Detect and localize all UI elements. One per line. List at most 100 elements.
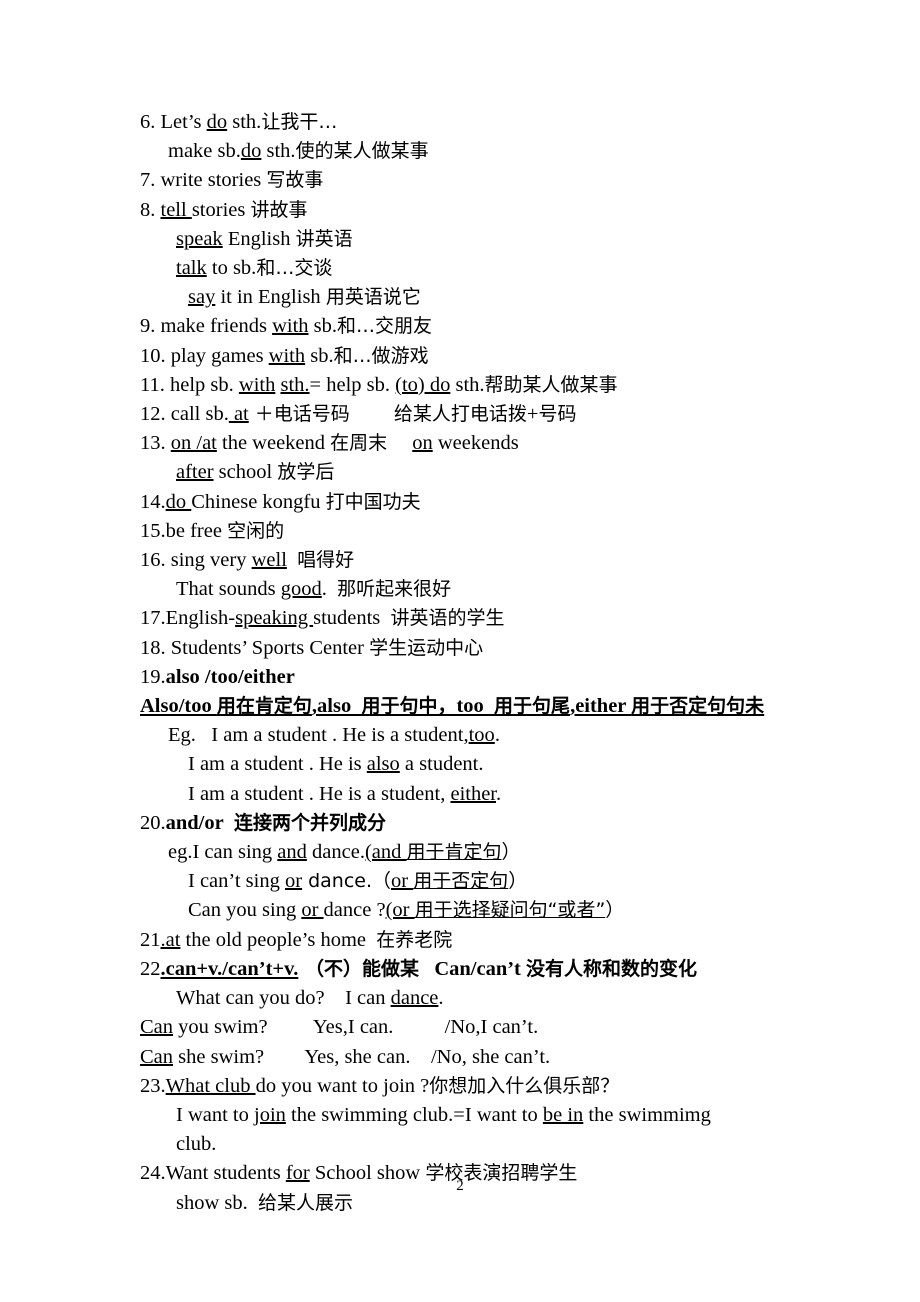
text-segment: with <box>268 344 306 367</box>
text-segment: I am a student . He is <box>188 753 367 776</box>
text-segment: 13. <box>140 432 171 455</box>
text-segment: That sounds <box>176 578 281 601</box>
text-segment: and <box>277 841 307 864</box>
text-segment: also <box>366 753 400 776</box>
text-segment: I want to <box>176 1103 254 1126</box>
text-segment: 唱得好 <box>297 549 355 572</box>
text-segment: sth. <box>280 373 310 396</box>
text-segment: 那听起来很好 <box>337 578 452 601</box>
text-segment: 21 <box>140 928 161 951</box>
text-segment: at <box>228 403 249 426</box>
item-23-sub-2: club. <box>140 1130 790 1159</box>
text-segment: 讲英语的学生 <box>390 607 505 630</box>
text-segment: 20. <box>140 811 166 834</box>
text-segment: club. <box>176 1133 217 1156</box>
text-segment: (to) do <box>395 373 451 396</box>
text-segment: a student. <box>399 753 484 776</box>
text-segment: sth. <box>450 373 485 396</box>
text-segment: Can/can’t <box>434 957 527 980</box>
text-segment: 让我干… <box>261 111 338 133</box>
text-segment: be in <box>542 1103 584 1126</box>
text-segment: join <box>254 1103 286 1126</box>
text-segment <box>224 812 234 834</box>
text-segment: Eg. I am a student . He is a student, <box>168 724 469 747</box>
text-segment: 放学后 <box>277 461 335 484</box>
item-19-eg-1: Eg. I am a student . He is a student,too… <box>140 721 790 750</box>
text-segment: too <box>456 695 495 718</box>
text-segment: do you want to join ? <box>255 1074 430 1097</box>
text-segment: sb. <box>308 315 338 338</box>
text-segment: 和…做游戏 <box>333 344 429 367</box>
text-segment: 和…交谈 <box>256 257 333 280</box>
text-segment: either <box>450 782 497 805</box>
item-19-eg-2: I am a student . He is also a student. <box>140 750 790 779</box>
text-segment: 讲故事 <box>250 198 308 221</box>
text-segment: I can’t sing <box>188 870 285 893</box>
item-16: 16. sing very well 唱得好 <box>140 546 790 575</box>
text-segment: Can you sing <box>188 899 302 922</box>
text-segment: you swim? Yes,I can. /No,I can’t. <box>173 1016 539 1039</box>
text-segment: 17.English- <box>140 607 236 630</box>
text-segment: weekends <box>432 432 519 455</box>
text-segment: do <box>165 490 192 513</box>
text-segment: speak <box>176 227 223 250</box>
item-22: 22.can+v./can’t+v. （不）能做某 Can/can’t 没有人称… <box>140 955 790 984</box>
text-segment: after <box>176 461 214 484</box>
text-segment: 14. <box>140 490 166 513</box>
text-segment: What can you do? I can <box>176 987 391 1010</box>
text-segment: 在周末 <box>330 432 388 455</box>
text-segment: the swimmimg <box>583 1103 711 1126</box>
text-segment: ） <box>508 870 528 893</box>
notes-list: 6. Let’s do sth.让我干… make sb.do sth.使的某人做… <box>140 108 790 1218</box>
text-segment: 给某人打电话拨 <box>393 403 527 426</box>
text-segment: 学生运动中心 <box>369 636 484 659</box>
text-segment: . <box>496 782 502 805</box>
text-segment: . <box>494 724 500 747</box>
item-16-sub-1: That sounds good. 那听起来很好 <box>140 575 790 604</box>
text-segment: = help sb. <box>309 373 396 396</box>
text-segment: sth. <box>227 111 262 133</box>
text-segment: dance. <box>306 841 365 864</box>
item-14: 14.do Chinese kongfu 打中国功夫 <box>140 488 790 517</box>
text-segment: 帮助某人做某事 <box>484 373 618 396</box>
text-segment: 15.be free <box>140 519 228 542</box>
text-segment: the old people’s home <box>180 928 377 951</box>
item-8-sub-2: talk to sb.和…交谈 <box>140 254 790 283</box>
item-21: 21.at the old people’s home 在养老院 <box>140 926 790 955</box>
item-17: 17.English-speaking students 讲英语的学生 <box>140 604 790 633</box>
text-segment: 写故事 <box>266 169 324 192</box>
text-segment: 在养老院 <box>376 928 453 951</box>
text-segment: Also/too <box>140 695 217 718</box>
text-segment: 用于选择疑问句“或者” <box>414 899 606 922</box>
text-segment: 讲英语 <box>295 227 353 250</box>
text-segment: the weekend <box>216 432 331 455</box>
text-segment: Can <box>140 1016 174 1039</box>
text-segment: make sb. <box>168 140 241 163</box>
text-segment: eg.I can sing <box>168 841 278 864</box>
text-segment: or <box>284 870 303 893</box>
text-segment: school <box>213 461 278 484</box>
item-20-eg-1: eg.I can sing and dance.(and 用于肯定句） <box>140 838 790 867</box>
text-segment: or <box>391 870 414 893</box>
text-segment: on /at <box>170 432 217 455</box>
text-segment: 6. Let’s <box>140 111 207 133</box>
text-segment: 10. play games <box>140 344 269 367</box>
text-segment: 用在肯定句 <box>216 695 312 718</box>
text-segment: 19. <box>140 665 166 688</box>
item-13: 13. on /at the weekend 在周末 on weekends <box>140 429 790 458</box>
text-segment: 号码 <box>538 403 577 426</box>
item-7: 7. write stories 写故事 <box>140 166 790 195</box>
item-6: 6. Let’s do sth.让我干… <box>140 108 790 137</box>
text-segment: .at <box>160 928 181 951</box>
text-segment: 电话号码 <box>273 403 350 426</box>
text-segment: 用于句尾 <box>494 695 571 718</box>
item-20: 20.and/or 连接两个并列成分 <box>140 809 790 838</box>
text-segment <box>419 958 434 980</box>
text-segment: 用英语说它 <box>325 286 421 309</box>
text-segment: tell <box>160 198 192 221</box>
text-segment: 用于否定句句未 <box>631 695 765 718</box>
text-segment: (or <box>385 899 415 922</box>
text-segment: do <box>240 140 262 163</box>
text-segment: dance <box>390 987 439 1010</box>
item-15: 15.be free 空闲的 <box>140 517 790 546</box>
